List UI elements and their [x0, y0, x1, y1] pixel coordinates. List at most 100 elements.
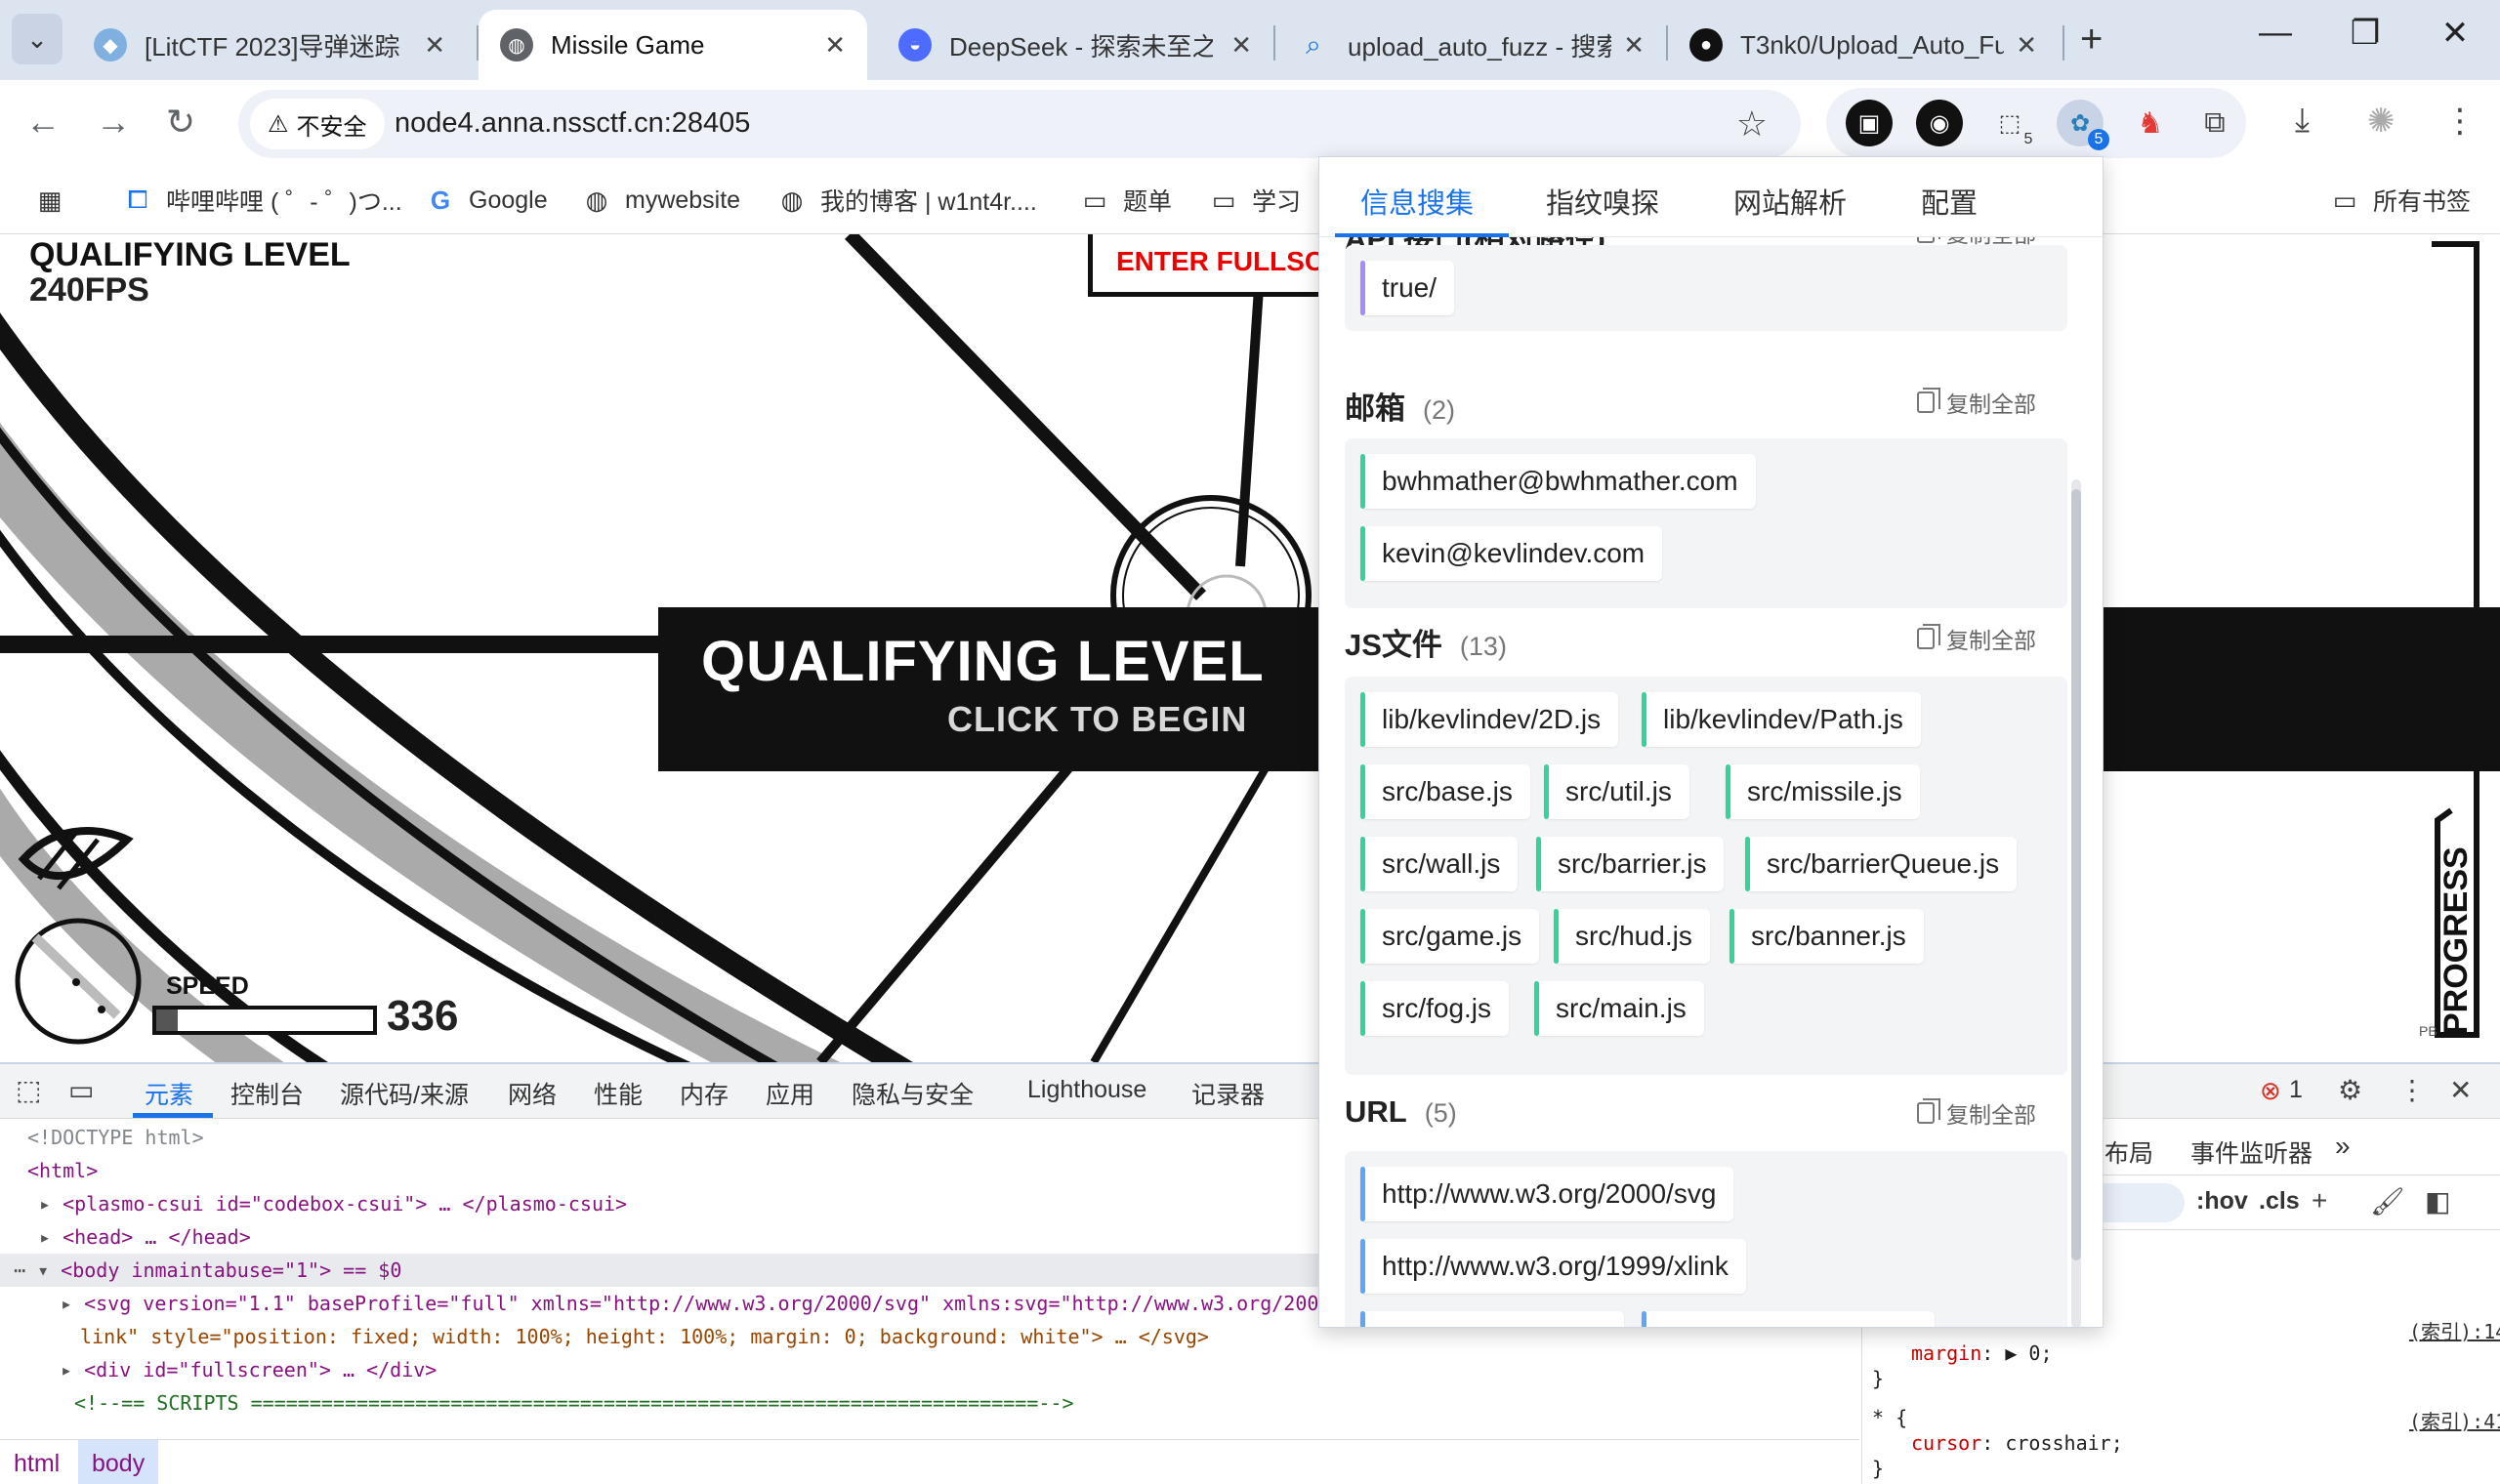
security-chip[interactable]: ⚠ 不安全	[250, 99, 385, 149]
email-item[interactable]: kevin@kevlindev.com	[1360, 526, 1663, 581]
close-tab-icon[interactable]: ✕	[2016, 30, 2037, 61]
download-icon[interactable]: ⤓	[2295, 102, 2310, 140]
close-tab-icon[interactable]: ✕	[424, 30, 445, 61]
expand-triangle-icon[interactable]: ▸	[61, 1358, 72, 1381]
close-tab-icon[interactable]: ✕	[824, 30, 846, 61]
dom-node[interactable]: ▸ <head> … </head>	[39, 1220, 251, 1254]
more-menu-icon[interactable]: ⋮	[2443, 102, 2477, 141]
api-item[interactable]: true/	[1360, 261, 1455, 315]
js-item[interactable]: src/wall.js	[1360, 837, 1519, 891]
toggle-sidebar-icon[interactable]: ◧	[2425, 1185, 2450, 1217]
close-devtools-icon[interactable]: ✕	[2449, 1074, 2472, 1106]
js-item[interactable]: src/hud.js	[1554, 909, 1710, 964]
breadcrumb-body[interactable]: body	[78, 1440, 159, 1484]
copy-all-email-button[interactable]: 复制全部	[1917, 386, 2036, 419]
close-tab-icon[interactable]: ✕	[1230, 30, 1252, 61]
url-text[interactable]: node4.anna.nssctf.cn:28405	[395, 107, 750, 140]
close-window-button[interactable]: ✕	[2426, 14, 2484, 53]
add-rule-icon[interactable]: +	[2312, 1185, 2327, 1216]
url-item[interactable]: http://www.w3.org/2000/svg	[1360, 1167, 1734, 1221]
expand-triangle-icon[interactable]: ▸	[39, 1225, 51, 1249]
restore-button[interactable]: ❐	[2336, 14, 2395, 53]
expand-triangle-icon[interactable]: ▸	[61, 1292, 72, 1315]
js-item[interactable]: src/base.js	[1360, 764, 1530, 819]
js-item[interactable]: src/barrier.js	[1536, 837, 1725, 891]
bookmark-mywebsite[interactable]: ◍ mywebsite	[580, 178, 740, 223]
dom-node[interactable]: ▸ <div id="fullscreen"> … </div>	[61, 1353, 437, 1386]
tab-litctf[interactable]: ◆ [LitCTF 2023]导弹迷踪 | ✕	[72, 10, 467, 80]
enter-fullscreen-button[interactable]: ENTER FULLSCREEN	[1088, 234, 1400, 297]
error-icon[interactable]: ⊗	[2260, 1076, 2281, 1106]
popup-scrollbar-thumb[interactable]	[2071, 489, 2081, 1260]
popup-tab-config[interactable]: 配置	[1921, 181, 1978, 222]
settings-gear-icon[interactable]: ⚙	[2338, 1074, 2362, 1106]
new-tab-button[interactable]: +	[2080, 18, 2103, 62]
more-tabs-icon[interactable]: »	[2335, 1131, 2351, 1162]
expand-triangle-icon[interactable]: ⋯ ▾	[0, 1258, 49, 1282]
more-options-icon[interactable]: ⋮	[2398, 1074, 2426, 1106]
extensions-puzzle-icon[interactable]: ⧉	[2191, 100, 2238, 146]
tab-deepseek[interactable]: ◒ DeepSeek - 探索未至之 ✕	[877, 10, 1273, 80]
js-item[interactable]: src/barrierQueue.js	[1745, 837, 2018, 891]
bookmark-google[interactable]: G Google	[424, 178, 548, 223]
all-bookmarks-folder[interactable]: ▭ 所有书签	[2328, 178, 2471, 223]
dom-comment[interactable]: <!--== SCRIPTS =========================…	[74, 1386, 1074, 1420]
dom-node[interactable]: ▸ <plasmo-csui id="codebox-csui"> … </pl…	[39, 1187, 627, 1220]
js-item[interactable]: src/game.js	[1360, 909, 1540, 964]
breadcrumb-html[interactable]: html	[0, 1450, 73, 1478]
bookmark-folder-study[interactable]: ▭ 学习	[1207, 178, 1301, 223]
devtools-tab-console[interactable]: 控制台	[230, 1076, 304, 1111]
js-item[interactable]: src/banner.js	[1729, 909, 1924, 964]
js-item[interactable]: src/main.js	[1534, 981, 1704, 1036]
extension-circle-icon[interactable]: ◉	[1916, 100, 1963, 146]
expand-triangle-icon[interactable]: ▸	[39, 1192, 51, 1216]
popup-tab-info[interactable]: 信息搜集	[1360, 181, 1474, 222]
copy-all-url-button[interactable]: 复制全部	[1917, 1096, 2036, 1130]
extension-findsomething-icon[interactable]: ✿ 5	[2057, 100, 2109, 150]
extension-screenshot-icon[interactable]: ⬚ 5	[1986, 100, 2033, 148]
tab-github[interactable]: ● T3nk0/Upload_Auto_Fu ✕	[1668, 10, 2059, 80]
js-item[interactable]: lib/kevlindev/Path.js	[1642, 692, 1921, 747]
dom-node[interactable]: ▸ <svg version="1.1" baseProfile="full" …	[61, 1287, 1483, 1320]
css-declaration[interactable]: cursor: crosshair;	[1911, 1431, 2123, 1455]
devtools-tab-performance[interactable]: 性能	[594, 1076, 643, 1111]
extension-fox-icon[interactable]: ♞	[2127, 100, 2174, 146]
bookmark-bilibili[interactable]: ⧠ 哔哩哔哩 ( ゜- ゜)つ...	[121, 178, 402, 223]
device-toolbar-icon[interactable]: ▭	[68, 1074, 94, 1106]
js-item[interactable]: lib/kevlindev/2D.js	[1360, 692, 1619, 747]
css-declaration[interactable]: margin: ▶ 0;	[1911, 1341, 2053, 1365]
tab-search-button[interactable]: ⌄	[12, 14, 62, 64]
extension-glasses-icon[interactable]: ▣	[1846, 100, 1893, 146]
css-source-link[interactable]: (索引):14	[2409, 1316, 2500, 1344]
url-item-partial[interactable]	[1360, 1311, 1624, 1327]
devtools-tab-network[interactable]: 网络	[508, 1076, 557, 1111]
devtools-tab-sources[interactable]: 源代码/来源	[340, 1076, 469, 1111]
bookmark-blog[interactable]: ◍ 我的博客 | w1nt4r....	[775, 178, 1037, 223]
error-count[interactable]: 1	[2289, 1076, 2303, 1104]
bookmark-folder-tidan[interactable]: ▭ 题单	[1078, 178, 1172, 223]
devtools-tab-recorder[interactable]: 记录器	[1191, 1076, 1265, 1111]
css-source-link[interactable]: (索引):41	[2409, 1406, 2500, 1434]
copy-all-js-button[interactable]: 复制全部	[1917, 622, 2036, 655]
url-item[interactable]: http://www.w3.org/1999/xlink	[1360, 1239, 1746, 1294]
devtools-tab-memory[interactable]: 内存	[680, 1076, 729, 1111]
devtools-tab-lighthouse[interactable]: Lighthouse	[1027, 1076, 1146, 1104]
styles-tab-listeners[interactable]: 事件监听器	[2190, 1134, 2312, 1170]
address-bar[interactable]: ⚠ 不安全 node4.anna.nssctf.cn:28405 ☆	[238, 90, 1801, 158]
bookmark-star-icon[interactable]: ☆	[1736, 103, 1768, 144]
back-arrow-icon[interactable]: ←	[25, 102, 61, 143]
forward-arrow-icon[interactable]: →	[96, 102, 131, 143]
devtools-tab-elements[interactable]: 元素	[145, 1076, 193, 1111]
css-selector[interactable]: * {	[1872, 1406, 1907, 1429]
popup-tab-parse[interactable]: 网站解析	[1733, 181, 1847, 222]
tab-upload-auto-fuzz[interactable]: ⌕ upload_auto_fuzz - 搜索 ✕	[1275, 10, 1666, 80]
styles-tab-layout[interactable]: 布局	[2104, 1134, 2153, 1170]
js-item[interactable]: src/fog.js	[1360, 981, 1510, 1036]
tab-missile-game[interactable]: ◍ Missile Game ✕	[479, 10, 867, 80]
cls-button[interactable]: .cls	[2259, 1187, 2300, 1216]
game-canvas[interactable]: QUALIFYING LEVEL 240FPS ENTER FULLSCREEN…	[0, 234, 2500, 1062]
paint-brush-icon[interactable]: 🖌	[2370, 1185, 2405, 1217]
dom-node-continuation[interactable]: link" style="position: fixed; width: 100…	[80, 1320, 1209, 1353]
popup-tab-fingerprint[interactable]: 指纹嗅探	[1546, 181, 1659, 222]
url-item-partial[interactable]	[1642, 1311, 1935, 1327]
